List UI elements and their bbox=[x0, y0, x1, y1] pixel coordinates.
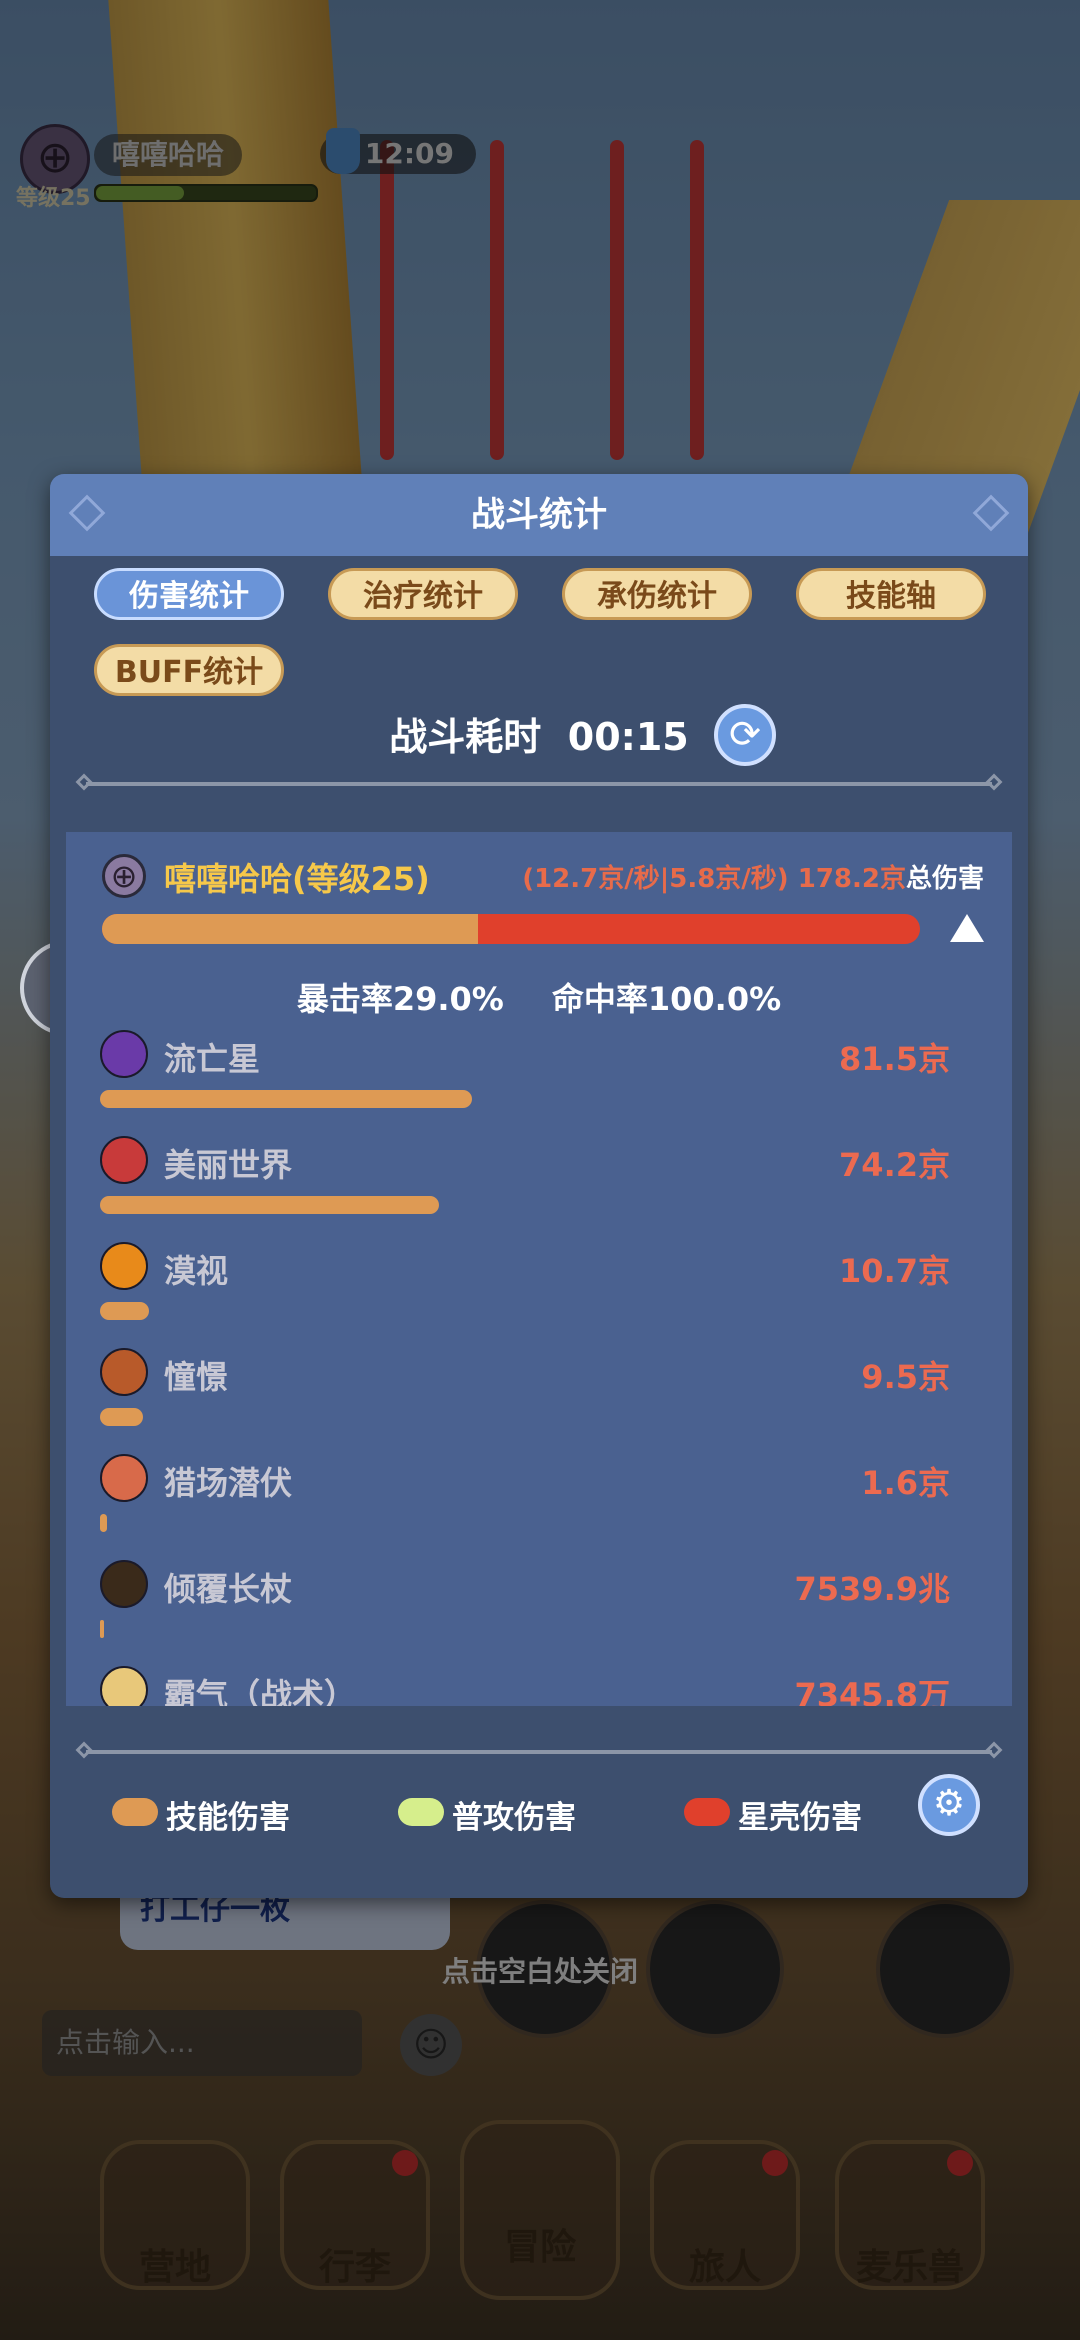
refresh-icon: ⟳ bbox=[729, 712, 761, 756]
skill-damage-bar bbox=[100, 1620, 104, 1638]
skill-icon bbox=[100, 1242, 148, 1290]
crit-rate: 暴击率29.0% bbox=[296, 980, 504, 1018]
legend-label: 技能伤害 bbox=[166, 1800, 290, 1836]
skill-row: 流亡星 81.5京 bbox=[66, 1030, 1012, 1136]
skill-icon bbox=[100, 1666, 148, 1706]
skill-damage-value: 74.2京 bbox=[839, 1146, 950, 1184]
skill-row: 美丽世界 74.2京 bbox=[66, 1136, 1012, 1242]
divider bbox=[86, 782, 992, 786]
skill-row: 猎场潜伏 1.6京 bbox=[66, 1454, 1012, 1560]
skill-damage-bar bbox=[100, 1514, 107, 1532]
skill-icon bbox=[100, 1136, 148, 1184]
legend-swatch bbox=[398, 1798, 444, 1826]
skill-name: 霸气（战术） bbox=[164, 1676, 357, 1706]
battle-stats-dialog: 战斗统计 伤害统计 治疗统计 承伤统计 技能轴 BUFF统计 战斗耗时 00:1… bbox=[50, 474, 1028, 1898]
skill-damage-bar bbox=[100, 1408, 143, 1426]
damage-composition-bar bbox=[102, 914, 920, 944]
legend-swatch bbox=[112, 1798, 158, 1826]
dialog-header: 战斗统计 bbox=[50, 474, 1028, 556]
damage-list[interactable]: 嘻嘻哈哈(等级25) (12.7京/秒|5.8京/秒) 178.2京总伤害 暴击… bbox=[66, 832, 1012, 1706]
skill-damage-value: 81.5京 bbox=[839, 1040, 950, 1078]
skill-damage-bar bbox=[100, 1090, 472, 1108]
divider bbox=[86, 1750, 992, 1754]
skill-name: 猎场潜伏 bbox=[164, 1464, 293, 1502]
skill-name: 漠视 bbox=[164, 1252, 229, 1290]
skill-icon bbox=[100, 1560, 148, 1608]
skill-icon bbox=[100, 1348, 148, 1396]
skill-name: 流亡星 bbox=[164, 1040, 261, 1078]
tab-skill-timeline[interactable]: 技能轴 bbox=[796, 568, 986, 620]
legend-label: 星壳伤害 bbox=[738, 1800, 862, 1836]
skill-damage-value: 10.7京 bbox=[839, 1252, 950, 1290]
refresh-button[interactable]: ⟳ bbox=[714, 704, 776, 766]
total-damage: 178.2京 bbox=[797, 864, 906, 894]
tab-damage-taken-stats[interactable]: 承伤统计 bbox=[562, 568, 752, 620]
skill-damage-fill bbox=[102, 914, 479, 944]
skill-damage-bar bbox=[100, 1302, 149, 1320]
hit-rate: 命中率100.0% bbox=[551, 980, 782, 1018]
skill-damage-value: 7345.8万 bbox=[794, 1676, 951, 1706]
skill-row: 霸气（战术） 7345.8万 bbox=[66, 1666, 1012, 1706]
duration-label: 战斗耗时 bbox=[389, 715, 542, 759]
skill-name: 美丽世界 bbox=[164, 1146, 293, 1184]
character-name: 嘻嘻哈哈(等级25) bbox=[164, 860, 430, 898]
skill-damage-value: 1.6京 bbox=[861, 1464, 950, 1502]
skill-damage-bar bbox=[100, 1196, 439, 1214]
dps-values: (12.7京/秒|5.8京/秒) bbox=[522, 864, 789, 894]
character-avatar bbox=[102, 854, 146, 898]
rate-stats: 暴击率29.0% 命中率100.0% bbox=[66, 974, 1012, 1020]
skill-icon bbox=[100, 1454, 148, 1502]
duration-value: 00:15 bbox=[567, 715, 689, 759]
tab-buff-stats[interactable]: BUFF统计 bbox=[94, 644, 284, 696]
dialog-title: 战斗统计 bbox=[471, 495, 607, 535]
legend-swatch bbox=[684, 1798, 730, 1826]
skill-damage-value: 7539.9兆 bbox=[794, 1570, 951, 1608]
skill-row: 倾覆长杖 7539.9兆 bbox=[66, 1560, 1012, 1666]
tab-damage-stats[interactable]: 伤害统计 bbox=[94, 568, 284, 620]
skill-name: 倾覆长杖 bbox=[164, 1570, 293, 1608]
collapse-icon[interactable] bbox=[950, 914, 984, 942]
skill-row: 憧憬 9.5京 bbox=[66, 1348, 1012, 1454]
skill-row: 漠视 10.7京 bbox=[66, 1242, 1012, 1348]
skill-damage-value: 9.5京 bbox=[861, 1358, 950, 1396]
tab-healing-stats[interactable]: 治疗统计 bbox=[328, 568, 518, 620]
gear-icon: ⚙ bbox=[932, 1783, 966, 1824]
character-damage-summary: (12.7京/秒|5.8京/秒) 178.2京总伤害 bbox=[522, 858, 984, 895]
battle-duration: 战斗耗时 00:15 bbox=[50, 706, 1028, 761]
total-damage-label: 总伤害 bbox=[905, 864, 984, 894]
skill-name: 憧憬 bbox=[164, 1358, 229, 1396]
skill-icon bbox=[100, 1030, 148, 1078]
legend-label: 普攻伤害 bbox=[452, 1800, 576, 1836]
settings-button[interactable]: ⚙ bbox=[918, 1774, 980, 1836]
